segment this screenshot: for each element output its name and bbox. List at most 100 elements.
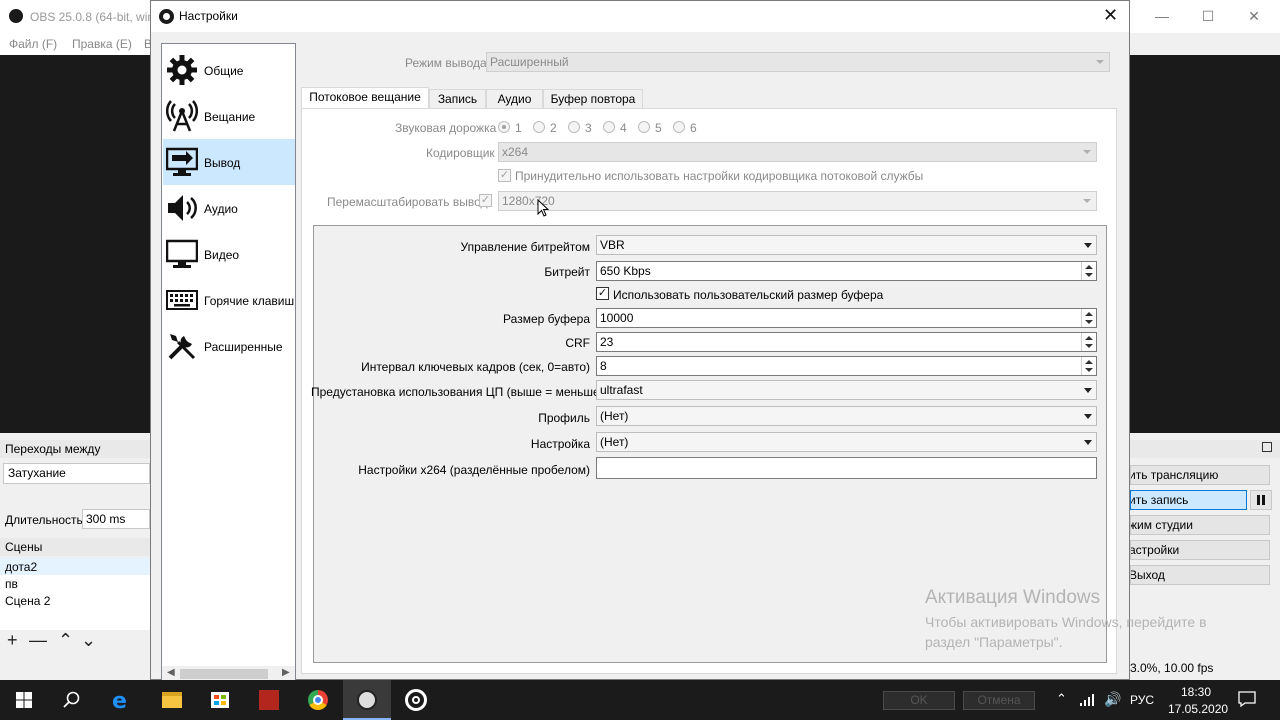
cpu-preset-select[interactable]: ultrafast <box>596 380 1097 400</box>
studio-mode-button[interactable]: жим студии <box>1130 515 1270 535</box>
buffer-size-stepper[interactable]: 10000 <box>596 308 1097 328</box>
tune-select[interactable]: (Нет) <box>596 432 1097 452</box>
tab-replay-buffer[interactable]: Буфер повтора <box>543 89 643 109</box>
chevron-down-icon <box>1084 243 1092 248</box>
scroll-right-icon[interactable]: ▶ <box>282 667 290 678</box>
obs-logo-icon <box>159 9 174 24</box>
duration-input[interactable]: 300 ms <box>82 509 150 529</box>
tab-streaming[interactable]: Потоковое вещание <box>301 87 429 110</box>
rescale-select[interactable]: 1280x720 <box>498 191 1097 211</box>
taskbar-store[interactable] <box>196 680 244 720</box>
keyframe-interval-stepper[interactable]: 8 <box>596 356 1097 376</box>
action-center-button[interactable] <box>1238 691 1256 720</box>
audio-track-radio-5[interactable] <box>638 121 650 133</box>
rate-control-label: Управление битрейтом <box>460 240 590 254</box>
close-icon[interactable]: ✕ <box>1103 5 1118 26</box>
volume-icon[interactable]: 🔊 <box>1104 691 1121 720</box>
sidebar-item-audio[interactable]: Аудио <box>163 185 295 231</box>
network-icon[interactable] <box>1080 694 1094 720</box>
taskbar-chrome[interactable] <box>294 680 342 720</box>
chevron-down-icon <box>1096 60 1104 64</box>
transition-select[interactable]: Затухание <box>3 463 150 484</box>
taskbar-app[interactable] <box>392 680 440 720</box>
sidebar-item-general[interactable]: Общие <box>163 47 295 93</box>
pause-recording-button[interactable] <box>1250 490 1272 510</box>
clock[interactable]: 18:30 17.05.2020 <box>1168 685 1229 720</box>
tune-label: Настройка <box>530 437 590 451</box>
taskbar-dota2[interactable] <box>245 680 293 720</box>
audio-track-radio-1[interactable] <box>498 121 510 133</box>
spin-buttons[interactable] <box>1081 309 1096 327</box>
undock-icon[interactable] <box>1262 442 1272 452</box>
custom-buffer-checkbox[interactable]: ✓ <box>596 287 609 300</box>
sidebar-item-hotkeys[interactable]: Горячие клавиш <box>163 277 295 323</box>
preview-area-left <box>0 55 150 433</box>
sidebar-item-stream[interactable]: Вещание <box>163 93 295 139</box>
language-indicator[interactable]: РУС <box>1130 693 1154 720</box>
tray-overflow-icon[interactable]: ⌃ <box>1056 691 1067 720</box>
minimize-icon[interactable]: — <box>1147 8 1177 24</box>
obs-menubar: Файл (F) Правка (E) В <box>0 33 152 55</box>
clock-date: 17.05.2020 <box>1168 702 1229 716</box>
audio-track-radio-4[interactable] <box>603 121 615 133</box>
menu-edit[interactable]: Правка (E) <box>72 37 132 51</box>
ok-button[interactable]: OK <box>883 691 955 710</box>
cancel-button[interactable]: Отмена <box>963 691 1035 710</box>
rescale-checkbox[interactable]: ✓ <box>479 194 492 207</box>
sidebar-item-label: Аудио <box>204 202 238 216</box>
taskbar-obs[interactable] <box>343 680 391 720</box>
encoder-label: Кодировщик <box>426 146 495 160</box>
bitrate-stepper[interactable]: 650 Kbps <box>596 261 1097 281</box>
crf-label: CRF <box>565 336 590 350</box>
add-scene-icon[interactable]: + <box>7 630 18 651</box>
cpu-preset-label: Предустановка использования ЦП (выше = м… <box>311 385 604 399</box>
x264-options-input[interactable] <box>596 457 1097 479</box>
settings-button[interactable]: астройки <box>1130 540 1270 560</box>
tab-audio[interactable]: Аудио <box>486 89 543 109</box>
spin-buttons[interactable] <box>1081 262 1096 280</box>
scene-item[interactable]: пв <box>5 577 18 591</box>
menu-file[interactable]: Файл (F) <box>9 37 57 51</box>
close-icon[interactable]: ✕ <box>1239 8 1269 25</box>
audio-track-radio-6[interactable] <box>673 121 685 133</box>
spin-buttons[interactable] <box>1081 357 1096 375</box>
scroll-left-icon[interactable]: ◀ <box>167 667 175 678</box>
start-recording-button[interactable]: ить запись <box>1130 490 1247 510</box>
clock-time: 18:30 <box>1180 685 1212 699</box>
start-streaming-button[interactable]: ить трансляцию <box>1130 465 1270 485</box>
bitrate-label: Битрейт <box>544 265 590 279</box>
scene-item[interactable]: Сцена 2 <box>5 594 50 608</box>
scenes-list: дота2 пв Сцена 2 <box>0 558 150 630</box>
spin-buttons[interactable] <box>1081 333 1096 351</box>
dota2-icon <box>259 690 279 710</box>
audio-track-radio-3[interactable] <box>568 121 580 133</box>
radio-label: 5 <box>655 121 662 135</box>
chevron-down-icon <box>1084 440 1092 445</box>
encoder-select[interactable]: x264 <box>498 142 1097 162</box>
speaker-icon <box>168 195 197 221</box>
sidebar-item-advanced[interactable]: Расширенные <box>163 323 295 369</box>
crf-stepper[interactable]: 23 <box>596 332 1097 352</box>
audio-track-radio-2[interactable] <box>533 121 545 133</box>
remove-scene-icon[interactable]: — <box>29 630 47 651</box>
scrollbar-thumb[interactable] <box>180 669 268 679</box>
taskbar-explorer[interactable] <box>148 680 196 720</box>
start-button[interactable] <box>0 680 48 720</box>
output-mode-select[interactable]: Расширенный <box>486 52 1110 72</box>
exit-button[interactable]: Выход <box>1130 565 1270 585</box>
move-down-icon[interactable]: ⌄ <box>81 630 96 651</box>
force-encoder-checkbox[interactable]: ✓ <box>498 169 511 182</box>
search-button[interactable] <box>48 680 96 720</box>
profile-select[interactable]: (Нет) <box>596 406 1097 426</box>
sidebar-item-video[interactable]: Видео <box>163 231 295 277</box>
maximize-icon[interactable]: ☐ <box>1193 8 1223 25</box>
rate-control-select[interactable]: VBR <box>596 235 1097 255</box>
taskbar-edge[interactable]: e <box>99 680 147 720</box>
tab-recording[interactable]: Запись <box>429 89 486 109</box>
sidebar-item-label: Горячие клавиш <box>204 294 295 308</box>
settings-dialog: Настройки ✕ Общие Вещание Вывод Аудио Ви… <box>150 0 1130 683</box>
scene-item[interactable]: дота2 <box>5 560 37 574</box>
move-up-icon[interactable]: ⌃ <box>58 630 73 651</box>
obs-logo-icon <box>9 9 23 23</box>
sidebar-item-output[interactable]: Вывод <box>163 139 295 185</box>
